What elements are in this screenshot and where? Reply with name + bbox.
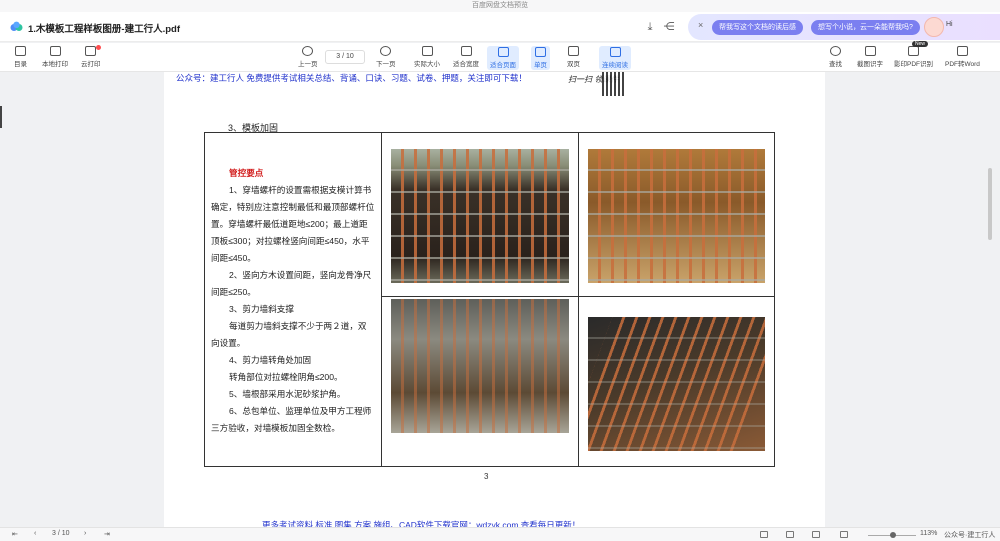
new-badge: New bbox=[912, 41, 929, 47]
watermark-text: 公众号·建工行人 bbox=[944, 532, 996, 539]
double-page-icon bbox=[568, 46, 579, 56]
toc-icon bbox=[15, 46, 26, 56]
continuous-read-button[interactable]: 连续阅读 bbox=[599, 46, 631, 70]
screenshot-ocr-button[interactable]: 截图识字 bbox=[857, 46, 883, 68]
ai-suggestion-chip[interactable]: 想写个小说，云一朵能帮我吗? bbox=[811, 20, 920, 35]
next-icon[interactable]: › bbox=[84, 530, 86, 537]
assistant-greeting: Hi bbox=[946, 21, 953, 28]
notification-dot bbox=[96, 45, 101, 50]
status-bar: ⇤ ‹ 3 / 10 › ⇥ 113% 公众号·建工行人 bbox=[0, 527, 1000, 541]
status-page[interactable]: 3 / 10 bbox=[52, 530, 70, 537]
file-name: 1.木模板工程样板图册-建工行人.pdf bbox=[28, 24, 180, 35]
printer-icon bbox=[49, 46, 61, 56]
layout-icon[interactable] bbox=[812, 531, 820, 538]
side-handle[interactable] bbox=[0, 106, 2, 128]
baidu-cloud-logo-icon bbox=[10, 21, 23, 31]
share-icon[interactable]: ⋲ bbox=[662, 20, 676, 34]
paragraph: 2、竖向方木设置间距，竖向龙骨净尺间距≤250。 bbox=[211, 270, 372, 297]
table-divider bbox=[578, 133, 579, 466]
layout-icon[interactable] bbox=[840, 531, 848, 538]
scan-pdf-ocr-button[interactable]: 影印PDF识别 bbox=[894, 46, 933, 68]
control-points-title: 管控要点 bbox=[229, 168, 264, 178]
paragraph: 5、墙根部采用水泥砂浆护角。 bbox=[229, 389, 346, 399]
ai-assistant-bar: × 帮我写这个文档的读后感 想写个小说，云一朵能帮我吗? Hi bbox=[688, 14, 1000, 40]
paragraph: 1、穿墙螺杆的设置需根据支模计算书确定，特别应注意控制最低和最顶部螺杆位置。穿墙… bbox=[211, 185, 375, 263]
formwork-photo bbox=[588, 317, 765, 451]
paragraph: 6、总包单位、监理单位及甲方工程师三方验收，对墙模板加固全数检。 bbox=[211, 406, 372, 433]
fit-width-button[interactable]: 适合宽度 bbox=[453, 46, 479, 68]
vertical-scrollbar[interactable] bbox=[988, 168, 992, 240]
pdf-scan-icon bbox=[908, 46, 919, 56]
file-bar: 1.木模板工程样板图册-建工行人.pdf ⤓ ⋲ × 帮我写这个文档的读后感 想… bbox=[0, 12, 1000, 42]
ai-suggestion-chip[interactable]: 帮我写这个文档的读后感 bbox=[712, 20, 803, 35]
toc-button[interactable]: 目录 bbox=[14, 46, 27, 68]
single-page-button[interactable]: 单页 bbox=[531, 46, 550, 70]
close-icon[interactable]: × bbox=[698, 20, 703, 30]
right-margin bbox=[825, 72, 1000, 527]
document-header: 公众号：建工行人 免费提供考试相关总结、背诵、口诀、习题、试卷、押题，关注即可下… bbox=[176, 73, 527, 83]
search-icon bbox=[830, 46, 841, 56]
layout-icon[interactable] bbox=[786, 531, 794, 538]
paragraph: 3、剪力墙斜支撑 bbox=[229, 304, 294, 314]
prev-icon[interactable]: ‹ bbox=[34, 530, 36, 537]
paragraph: 转角部位对拉螺栓阴角≤200。 bbox=[229, 372, 343, 382]
pdf-page: 公众号：建工行人 免费提供考试相关总结、背诵、口诀、习题、试卷、押题，关注即可下… bbox=[164, 72, 825, 527]
formwork-photo bbox=[588, 149, 765, 283]
pdf-viewer: 百度网盘文档预览 1.木模板工程样板图册-建工行人.pdf ⤓ ⋲ × 帮我写这… bbox=[0, 0, 1000, 541]
next-page-button[interactable]: 下一页 bbox=[376, 46, 396, 68]
search-button[interactable]: 查找 bbox=[829, 46, 842, 68]
continuous-icon bbox=[609, 47, 621, 57]
assistant-avatar-icon[interactable] bbox=[924, 17, 944, 37]
arrow-up-icon bbox=[302, 46, 314, 56]
prev-page-button[interactable]: 上一页 bbox=[298, 46, 318, 68]
table-divider bbox=[381, 133, 382, 466]
local-print-button[interactable]: 本地打印 bbox=[42, 46, 68, 68]
paragraph: 4、剪力墙转角处加固 bbox=[229, 355, 312, 365]
fit-page-icon bbox=[497, 47, 509, 57]
content-table: 管控要点 1、穿墙螺杆的设置需根据支模计算书确定，特别应注意控制最低和最顶部螺杆… bbox=[204, 132, 775, 467]
screenshot-icon bbox=[864, 46, 876, 56]
document-footer: 更多考试资料 标准 图集 方案 施组、CAD软件下载官网：wdzyk.com 查… bbox=[262, 520, 581, 527]
first-page-icon[interactable]: ⇤ bbox=[12, 530, 18, 538]
fit-width-icon bbox=[460, 46, 472, 56]
paragraph: 每道剪力墙斜支撑不少于两２道，双向设置。 bbox=[211, 321, 367, 348]
zoom-level: 113% bbox=[920, 530, 938, 537]
actual-size-icon bbox=[421, 46, 433, 56]
qr-code-icon bbox=[602, 72, 626, 96]
left-margin bbox=[0, 72, 164, 527]
cloud-printer-icon bbox=[85, 46, 97, 56]
last-page-icon[interactable]: ⇥ bbox=[104, 530, 110, 538]
double-page-button[interactable]: 双页 bbox=[567, 46, 580, 68]
layout-icon[interactable] bbox=[760, 531, 768, 538]
page-indicator[interactable]: 3 / 10 bbox=[325, 50, 365, 64]
toolbar: 目录 本地打印 云打印 上一页 3 / 10 下一页 实际大小 适合宽度 适合页… bbox=[0, 41, 1000, 72]
formwork-photo bbox=[391, 299, 569, 433]
pdf-to-word-button[interactable]: PDF转Word bbox=[945, 46, 980, 68]
table-divider bbox=[381, 296, 774, 297]
actual-size-button[interactable]: 实际大小 bbox=[414, 46, 440, 68]
zoom-slider-handle[interactable] bbox=[890, 532, 896, 538]
arrow-down-icon bbox=[380, 46, 392, 56]
control-points-text: 管控要点 1、穿墙螺杆的设置需根据支模计算书确定，特别应注意控制最低和最顶部螺杆… bbox=[211, 165, 375, 437]
formwork-photo bbox=[391, 149, 569, 283]
page-number: 3 bbox=[484, 472, 489, 481]
single-page-icon bbox=[535, 47, 546, 57]
word-icon bbox=[956, 46, 968, 56]
download-icon[interactable]: ⤓ bbox=[643, 20, 657, 34]
window-title: 百度网盘文档预览 bbox=[0, 0, 1000, 12]
fit-page-button[interactable]: 适合页面 bbox=[487, 46, 519, 70]
